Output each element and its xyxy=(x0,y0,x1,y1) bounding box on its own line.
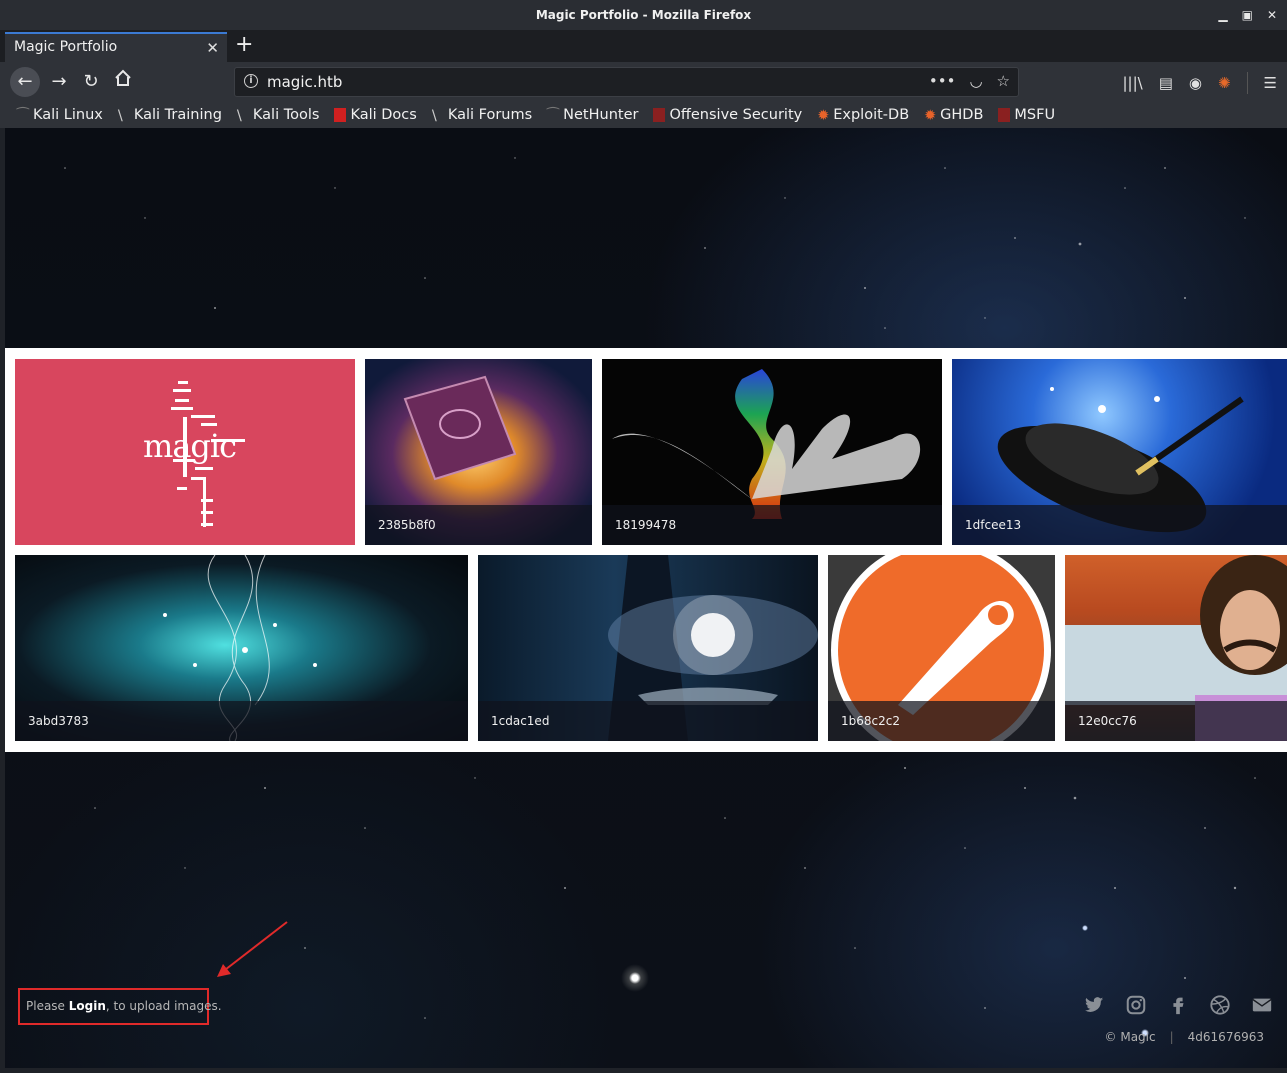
minimize-icon[interactable]: ▁ xyxy=(1218,0,1227,30)
gallery-image-rainbow-smoke-hand[interactable]: 18199478 xyxy=(602,359,942,545)
image-caption: 18199478 xyxy=(602,505,942,545)
tab-strip: Magic Portfolio ✕ + xyxy=(0,30,1287,62)
copyright-text: © Magic xyxy=(1104,1030,1156,1044)
magic-logo-text: magic xyxy=(143,427,237,465)
bookmark-msfu[interactable]: MSFU xyxy=(998,107,1055,123)
bookmark-nethunter[interactable]: ⁀ NetHunter xyxy=(547,107,638,124)
bookmark-kali-linux[interactable]: ⁀ Kali Linux xyxy=(17,107,103,124)
window-controls: ▁ ▣ ✕ xyxy=(1218,0,1277,30)
nethunter-icon: ⁀ xyxy=(547,108,559,124)
pocket-icon[interactable]: ◡ xyxy=(969,72,982,90)
tab-title: Magic Portfolio xyxy=(14,39,118,55)
kali-dragon-icon: \ xyxy=(431,108,437,124)
bookmark-kali-training[interactable]: \ Kali Training xyxy=(117,107,222,124)
back-icon[interactable]: ← xyxy=(10,67,40,97)
kali-dragon-icon: \ xyxy=(117,108,123,124)
image-caption: 2385b8f0 xyxy=(365,505,592,545)
twitter-icon[interactable] xyxy=(1083,994,1105,1016)
dribbble-icon[interactable] xyxy=(1209,994,1231,1016)
page-viewport: magic 2385b8f0 18199478 1dfcee13 3abd378… xyxy=(5,128,1287,1068)
window-title: Magic Portfolio - Mozilla Firefox xyxy=(535,8,752,22)
close-tab-icon[interactable]: ✕ xyxy=(206,39,219,57)
bookmark-kali-forums[interactable]: \ Kali Forums xyxy=(431,107,532,124)
maximize-icon[interactable]: ▣ xyxy=(1242,0,1253,30)
toolbar-right: |||\ ▤ ◉ ✺ ☰ xyxy=(1122,72,1277,94)
gallery-image-magic-logo[interactable]: magic xyxy=(15,359,355,545)
image-caption: 1cdac1ed xyxy=(478,701,818,741)
footer-divider: | xyxy=(1169,1030,1174,1044)
reload-icon[interactable]: ↻ xyxy=(76,67,106,97)
facebook-icon[interactable] xyxy=(1167,994,1189,1016)
forward-icon[interactable]: → xyxy=(44,67,74,97)
bookmark-exploit-db[interactable]: ✹ Exploit-DB xyxy=(817,107,909,124)
toolbar-separator xyxy=(1246,72,1248,94)
bookmark-kali-docs[interactable]: Kali Docs xyxy=(334,107,417,123)
social-links xyxy=(1083,994,1273,1016)
image-caption: 1b68c2c2 xyxy=(828,701,1055,741)
close-window-icon[interactable]: ✕ xyxy=(1267,0,1277,30)
navigation-toolbar: ← → ↻ i magic.htb ••• ◡ ☆ |||\ ▤ ◉ ✺ ☰ xyxy=(0,62,1287,102)
offsec-icon xyxy=(653,108,666,122)
gallery-image-magic-meme[interactable]: 12e0cc76 xyxy=(1065,555,1287,741)
library-icon[interactable]: |||\ xyxy=(1122,74,1142,92)
kali-dragon-icon: \ xyxy=(236,108,242,124)
bookmark-offensive-security[interactable]: Offensive Security xyxy=(653,107,802,123)
gallery-image-galaxy-hand[interactable]: 1cdac1ed xyxy=(478,555,818,741)
home-icon[interactable] xyxy=(108,67,138,97)
footer-hash: 4d61676963 xyxy=(1187,1030,1264,1044)
window-titlebar: Magic Portfolio - Mozilla Firefox ▁ ▣ ✕ xyxy=(0,0,1287,30)
new-tab-icon[interactable]: + xyxy=(235,32,253,58)
msfu-icon xyxy=(998,108,1011,122)
site-info-icon[interactable]: i xyxy=(244,74,258,88)
menu-icon[interactable]: ☰ xyxy=(1264,74,1277,92)
image-caption: 12e0cc76 xyxy=(1065,701,1287,741)
docs-icon xyxy=(334,108,347,122)
bookmarks-toolbar: ⁀ Kali Linux \ Kali Training \ Kali Tools K… xyxy=(0,102,1287,128)
login-prompt: Please Login, to upload images. xyxy=(18,988,222,1025)
address-bar[interactable]: i magic.htb ••• ◡ ☆ xyxy=(234,67,1019,97)
ghdb-icon: ✹ xyxy=(924,108,937,124)
url-actions: ••• ◡ ☆ xyxy=(929,72,1010,90)
gallery-image-magic-hat[interactable]: 1dfcee13 xyxy=(952,359,1287,545)
annotation-arrow xyxy=(217,921,288,977)
image-caption: 3abd3783 xyxy=(15,701,468,741)
login-link[interactable]: Login xyxy=(69,999,106,1013)
image-gallery: magic 2385b8f0 18199478 1dfcee13 3abd378… xyxy=(5,348,1287,752)
bookmark-ghdb[interactable]: ✹ GHDB xyxy=(924,107,983,124)
tab-magic-portfolio[interactable]: Magic Portfolio ✕ xyxy=(5,32,227,62)
footer-copyright: © Magic | 4d61676963 xyxy=(1105,1030,1264,1044)
url-text[interactable]: magic.htb xyxy=(267,73,342,91)
gallery-image-sparkles[interactable]: 3abd3783 xyxy=(15,555,468,741)
bookmark-kali-tools[interactable]: \ Kali Tools xyxy=(236,107,320,124)
bookmark-star-icon[interactable]: ☆ xyxy=(997,72,1010,90)
gallery-image-spellbook[interactable]: 2385b8f0 xyxy=(365,359,592,545)
page-actions-icon[interactable]: ••• xyxy=(929,72,956,90)
envelope-icon[interactable] xyxy=(1251,994,1273,1016)
kali-dragon-icon: ⁀ xyxy=(17,108,29,124)
gallery-image-postman-logo[interactable]: 1b68c2c2 xyxy=(828,555,1055,741)
instagram-icon[interactable] xyxy=(1125,994,1147,1016)
exploit-db-icon: ✹ xyxy=(817,108,830,124)
account-icon[interactable]: ◉ xyxy=(1189,74,1202,92)
image-caption: 1dfcee13 xyxy=(952,505,1287,545)
extension-icon[interactable]: ✺ xyxy=(1218,74,1231,92)
sidebar-icon[interactable]: ▤ xyxy=(1159,74,1173,92)
